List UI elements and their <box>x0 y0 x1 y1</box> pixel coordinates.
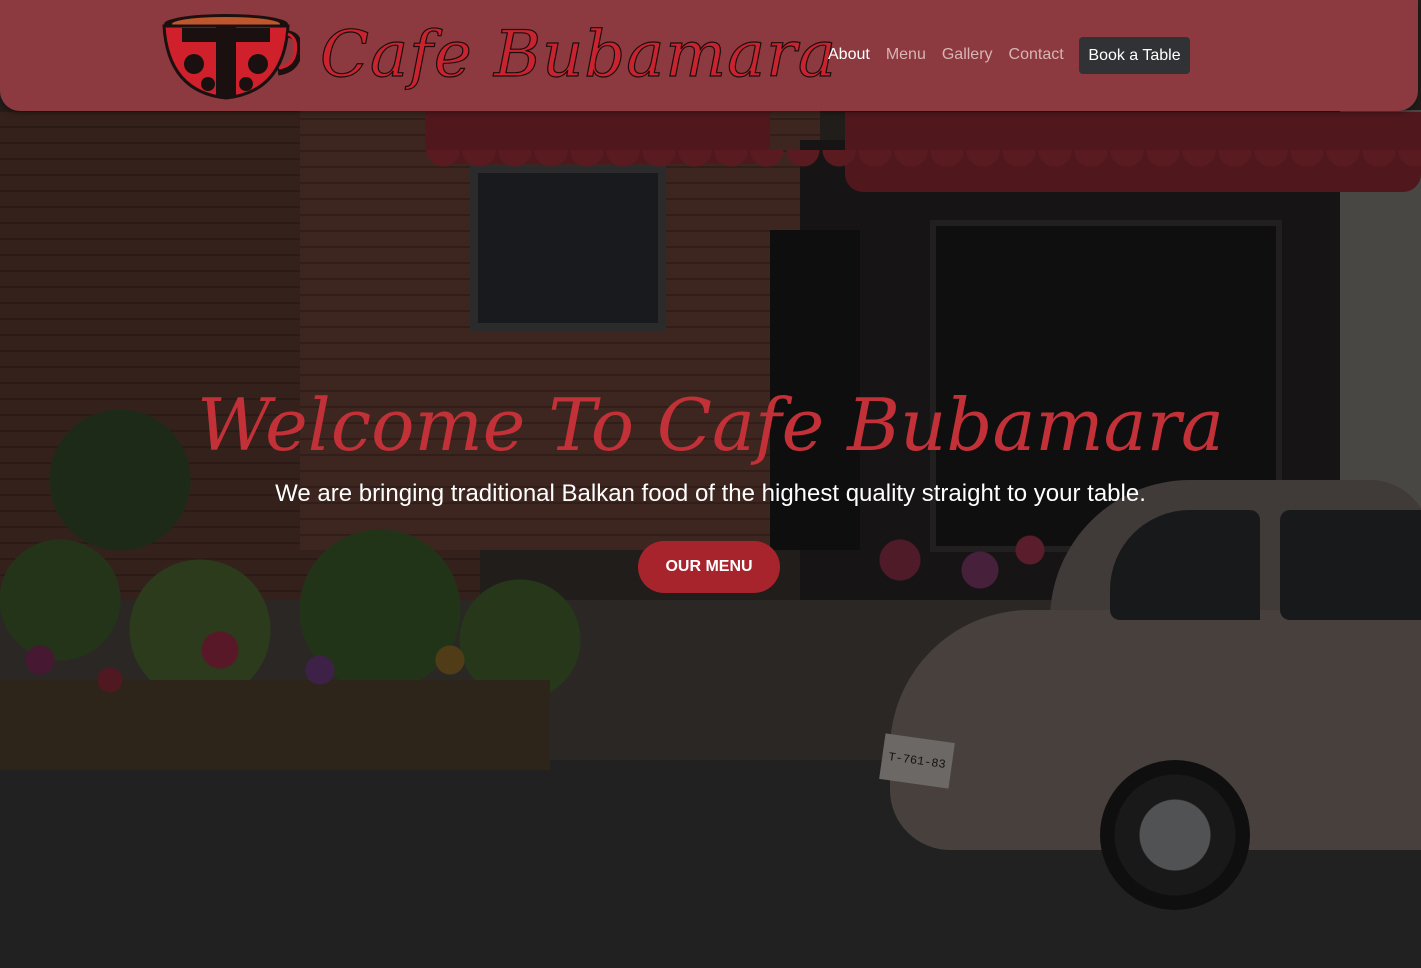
nav-item-gallery[interactable]: Gallery <box>942 44 993 66</box>
hero-title: Welcome To Cafe Bubamara <box>197 383 1224 467</box>
ladybug-coffee-cup-icon[interactable] <box>160 12 300 100</box>
book-table-button[interactable]: Book a Table <box>1079 37 1190 74</box>
hero-subtitle: We are bringing traditional Balkan food … <box>275 480 1146 507</box>
page: T-761-83 Cafe Bubamara About Menu Galler… <box>0 0 1421 968</box>
nav-item-menu[interactable]: Menu <box>886 44 926 66</box>
our-menu-button[interactable]: OUR MENU <box>638 541 780 593</box>
nav-item-contact[interactable]: Contact <box>1009 44 1064 66</box>
main-nav: About Menu Gallery Contact <box>828 44 1064 66</box>
site-header: Cafe Bubamara About Menu Gallery Contact… <box>0 0 1418 111</box>
nav-item-about[interactable]: About <box>828 44 870 66</box>
brand-name[interactable]: Cafe Bubamara <box>319 10 837 100</box>
